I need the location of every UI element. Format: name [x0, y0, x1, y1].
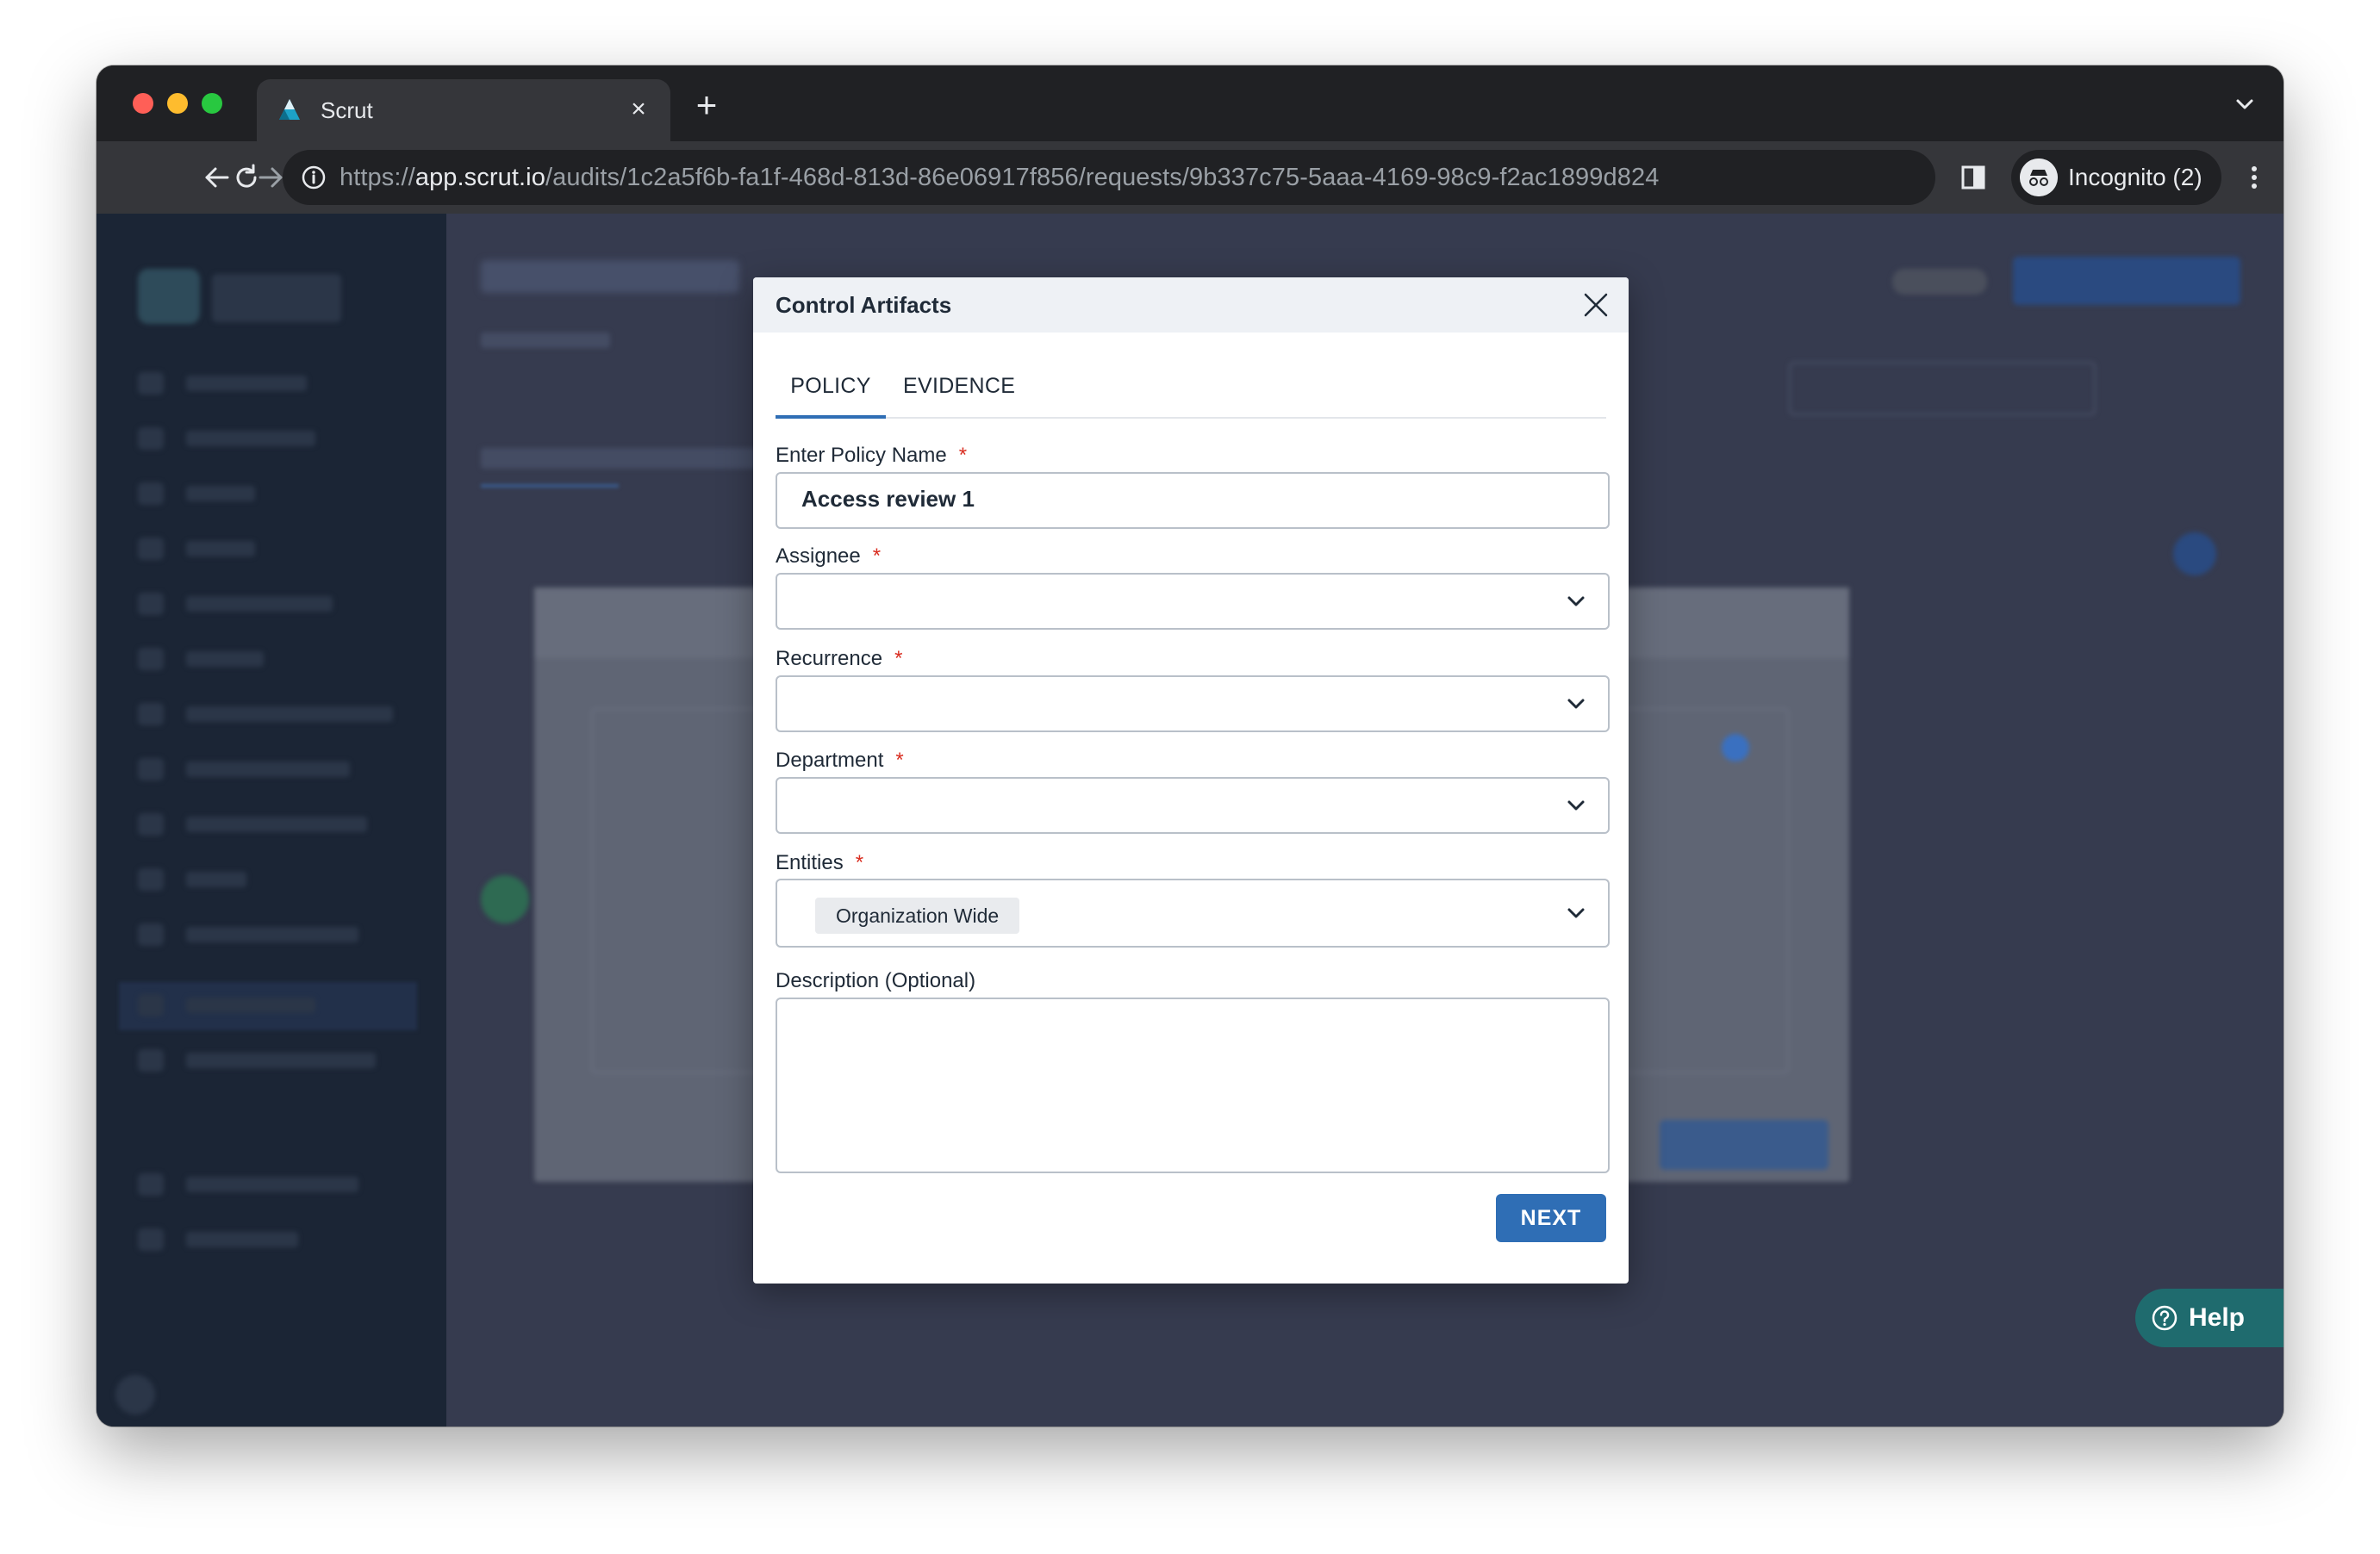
app-logo-text	[212, 274, 341, 322]
chevron-down-icon	[1567, 699, 1585, 709]
new-tab-button[interactable]: +	[689, 87, 724, 123]
modal-title: Control Artifacts	[776, 292, 952, 318]
chevron-down-icon	[1567, 596, 1585, 606]
incognito-icon	[2020, 159, 2058, 196]
close-window-button[interactable]	[133, 93, 153, 114]
sidebar-item[interactable]	[138, 1228, 396, 1251]
avatar[interactable]	[115, 1375, 155, 1414]
entity-chip[interactable]: Organization Wide	[815, 898, 1020, 934]
help-label: Help	[2189, 1303, 2246, 1332]
modal-tabs: POLICY EVIDENCE	[776, 360, 1606, 419]
tab-underline	[481, 484, 619, 488]
sidebar-item[interactable]	[138, 868, 396, 891]
modal-header: Control Artifacts	[753, 277, 1629, 333]
sidebar-item[interactable]	[138, 923, 396, 946]
close-request-button[interactable]	[2013, 257, 2240, 305]
assignee-select[interactable]	[1789, 362, 2096, 415]
sidebar-item[interactable]	[138, 1173, 396, 1196]
sidebar-item[interactable]	[138, 703, 396, 725]
browser-tab[interactable]: Scrut ×	[257, 79, 670, 141]
status-badge	[1892, 269, 1987, 295]
tab-strip: Scrut × +	[97, 65, 2283, 141]
policy-name-value: Access review 1	[801, 486, 975, 512]
sidebar-item[interactable]	[138, 758, 396, 780]
sidebar-item[interactable]	[138, 482, 396, 505]
page-title	[481, 260, 739, 293]
entities-select[interactable]: Organization Wide	[776, 879, 1610, 948]
incognito-indicator[interactable]: Incognito (2)	[2011, 150, 2221, 205]
app-logo	[138, 269, 200, 324]
sidebar-item[interactable]	[138, 593, 396, 615]
question-icon	[2152, 1305, 2178, 1331]
close-icon[interactable]	[1579, 288, 1613, 322]
help-button[interactable]: Help	[2135, 1289, 2283, 1347]
reload-icon[interactable]	[229, 160, 264, 195]
policy-name-label: Enter Policy Name *	[776, 444, 968, 467]
request-tabs[interactable]	[481, 448, 757, 469]
address-bar[interactable]: https://app.scrut.io/audits/1c2a5f6b-fa1…	[283, 150, 1935, 205]
recurrence-label: Recurrence *	[776, 647, 903, 670]
department-select[interactable]	[776, 777, 1610, 834]
browser-toolbar: https://app.scrut.io/audits/1c2a5f6b-fa1…	[97, 141, 2283, 214]
status-icon	[481, 875, 529, 923]
tab-evidence[interactable]: EVIDENCE	[903, 360, 1015, 417]
scrut-logo-icon	[279, 99, 300, 120]
sidebar-item[interactable]	[138, 372, 396, 395]
sidebar-item[interactable]	[138, 538, 396, 560]
sidebar-item[interactable]	[138, 427, 396, 450]
description-textarea[interactable]	[776, 998, 1610, 1173]
sidebar-item[interactable]	[138, 994, 396, 1016]
maximize-window-button[interactable]	[202, 93, 222, 114]
url-text: https://app.scrut.io/audits/1c2a5f6b-fa1…	[340, 164, 1660, 191]
site-info-icon[interactable]	[300, 164, 327, 191]
description-label	[481, 333, 610, 348]
assignee-label: Assignee *	[776, 544, 882, 568]
app-sidebar	[97, 214, 446, 1427]
sidebar-item[interactable]	[138, 1049, 396, 1072]
sidebar-item[interactable]	[138, 648, 396, 670]
next-button[interactable]: NEXT	[1496, 1194, 1606, 1242]
chevron-down-icon[interactable]	[2230, 90, 2259, 119]
tab-close-icon[interactable]: ×	[624, 95, 653, 124]
add-icon[interactable]	[2173, 532, 2216, 575]
control-artifacts-modal: Control Artifacts POLICY EVIDENCE Enter …	[753, 277, 1629, 1284]
chevron-down-icon	[1567, 800, 1585, 811]
sidebar-item[interactable]	[138, 813, 396, 836]
description-label: Description (Optional)	[776, 969, 976, 992]
incognito-label: Incognito (2)	[2068, 164, 2202, 190]
browser-menu-icon[interactable]	[2237, 160, 2271, 195]
chevron-down-icon	[1567, 908, 1585, 918]
department-label: Department *	[776, 749, 904, 772]
recurrence-select[interactable]	[776, 675, 1610, 732]
tab-policy[interactable]: POLICY	[776, 360, 886, 419]
side-panel-icon[interactable]	[1956, 160, 1991, 195]
assignee-select[interactable]	[776, 573, 1610, 630]
policy-name-input[interactable]: Access review 1	[776, 472, 1610, 529]
entities-label: Entities *	[776, 851, 864, 874]
tab-title: Scrut	[321, 97, 373, 123]
minimize-window-button[interactable]	[167, 93, 188, 114]
